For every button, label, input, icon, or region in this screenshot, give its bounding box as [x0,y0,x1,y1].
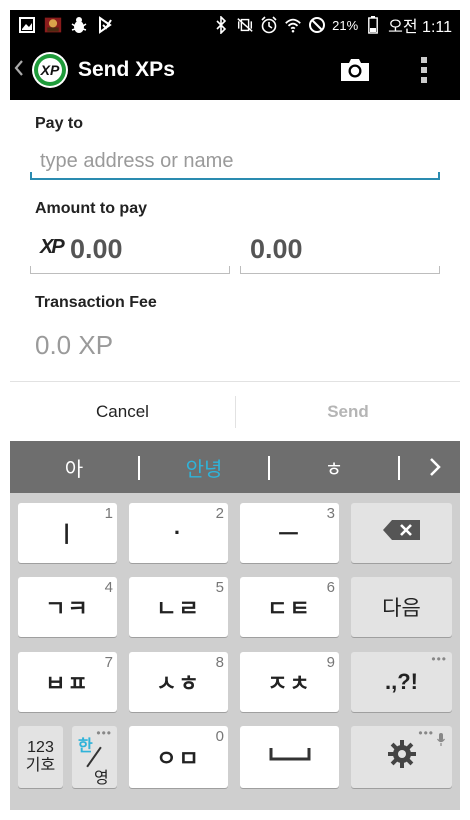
suggestion-bar: 아 안녕 ㅎ [10,441,460,493]
amount-label: Amount to pay [35,200,147,217]
phone-screen: 21% 오전 1:11 XP Send XPs Pay to type addr… [0,0,470,820]
key-0[interactable]: ㅇㅁ 0 [129,726,228,788]
battery-icon [364,16,382,34]
fee-label: Transaction Fee [35,294,157,311]
camera-icon[interactable] [338,55,372,85]
settings-key[interactable]: ••• [351,726,452,788]
suggestion-item[interactable]: ㅎ [270,441,398,493]
amount-xp-field[interactable]: XP 0.00 [30,228,230,274]
symbol-mode-key[interactable]: 123 기호 [18,726,63,788]
next-key[interactable]: 다음 [351,577,452,637]
action-bar: XP Send XPs [10,40,460,100]
cancel-button[interactable]: Cancel [10,392,235,432]
input-edge [30,172,32,180]
status-bar: 21% 오전 1:11 [10,10,460,40]
svg-text:XP: XP [40,62,60,78]
back-chevron-icon[interactable] [14,59,28,82]
key-2[interactable]: · 2 [129,503,228,563]
backspace-icon [382,518,422,548]
punctuation-key[interactable]: .,?! ••• [351,652,452,712]
more-dots-icon: ••• [431,652,447,666]
page-title: Send XPs [78,58,175,81]
pay-to-label: Pay to [35,115,84,132]
fee-value: 0.0 XP [35,330,114,360]
microphone-icon [436,728,446,754]
gallery-notification-icon [18,16,36,34]
overflow-menu-icon[interactable] [414,54,434,86]
bluetooth-icon [212,16,230,34]
pay-to-input[interactable] [30,144,440,180]
amount-fiat-value: 0.00 [250,234,303,264]
battery-percent: 21% [332,17,359,33]
xp-currency-icon: XP [40,236,65,258]
keyboard: 아 안녕 ㅎ ㅣ 1 · 2 ㅡ 3 ㄱㅋ 4 ㄴㄹ 5 ㄷㅌ 6 다음 ㅂㅍ … [10,441,460,810]
app-notification-icon [44,16,62,34]
bug-notification-icon [70,16,88,34]
clock: 오전 1:11 [388,19,452,36]
gear-icon [387,739,417,775]
key-1[interactable]: ㅣ 1 [18,503,117,563]
key-5[interactable]: ㄴㄹ 5 [129,577,228,637]
key-7[interactable]: ㅂㅍ 7 [18,652,117,712]
input-edge [438,172,440,180]
vibrate-mute-icon [236,16,254,34]
amount-fiat-field[interactable]: 0.00 [240,228,440,274]
alarm-icon [260,16,278,34]
xp-logo-icon[interactable]: XP [30,50,70,90]
space-icon [268,744,312,770]
amount-xp-value: 0.00 [70,234,123,264]
key-3[interactable]: ㅡ 3 [240,503,339,563]
do-not-disturb-icon [308,16,326,34]
language-toggle-key[interactable]: ••• 한 영 [72,726,117,788]
download-notification-icon [96,16,114,34]
backspace-key[interactable] [351,503,452,563]
key-6[interactable]: ㄷㅌ 6 [240,577,339,637]
wifi-icon [284,16,302,34]
divider [10,381,460,382]
key-4[interactable]: ㄱㅋ 4 [18,577,117,637]
key-9[interactable]: ㅈㅊ 9 [240,652,339,712]
suggestion-item[interactable]: 아 [10,441,138,493]
send-button[interactable]: Send [236,392,460,432]
more-dots-icon: ••• [96,726,112,740]
chevron-right-icon[interactable] [420,441,450,493]
space-key[interactable] [240,726,339,788]
suggestion-item-selected[interactable]: 안녕 [140,441,268,493]
key-8[interactable]: ㅅㅎ 8 [129,652,228,712]
